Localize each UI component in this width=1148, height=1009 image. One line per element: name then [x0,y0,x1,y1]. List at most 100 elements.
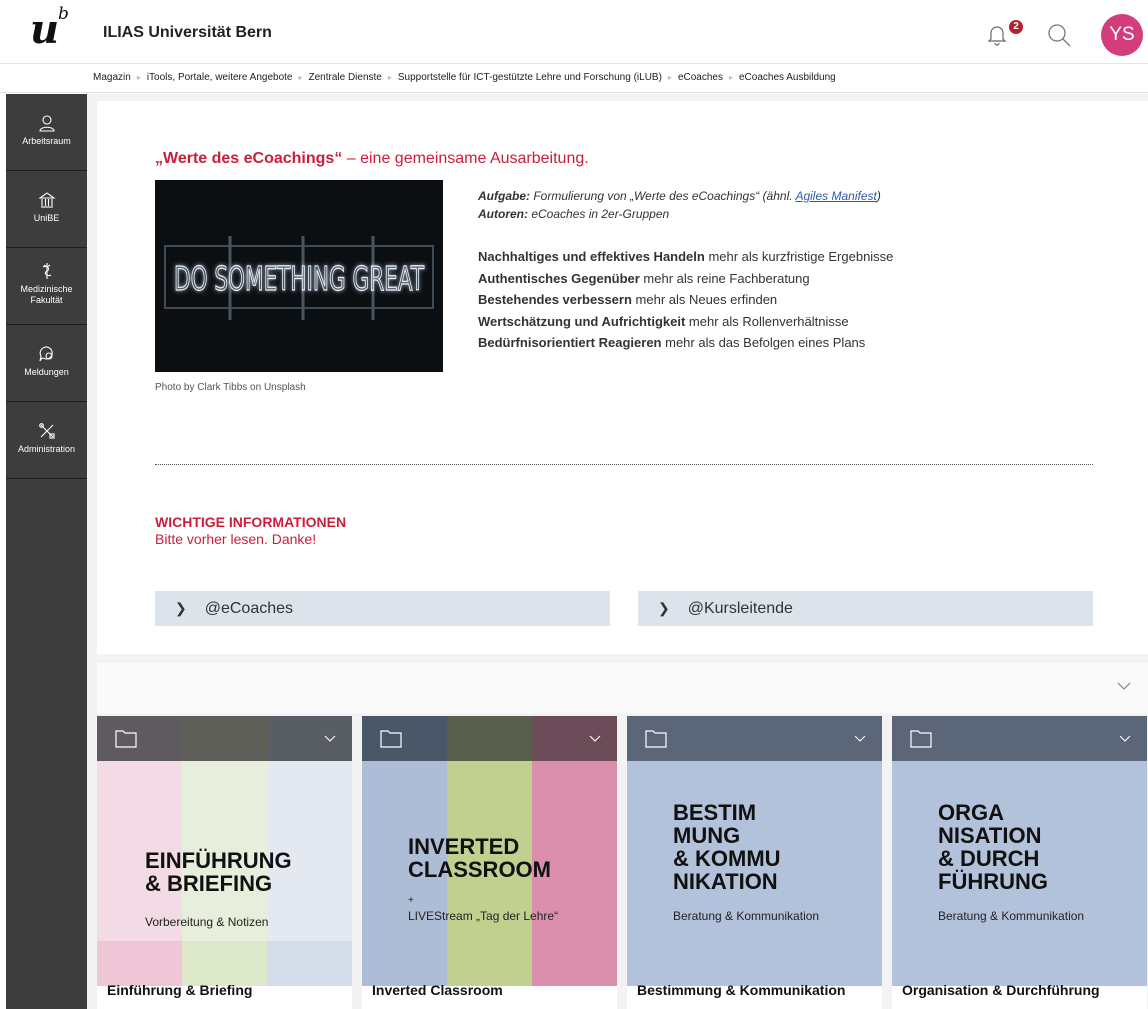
tile-header [97,716,352,761]
chevron-down-icon[interactable] [854,732,866,744]
tile-heading-line: ORGA [938,800,1004,825]
breadcrumb-item[interactable]: Zentrale Dienste [309,72,382,83]
sidebar-item-label: Arbeitsraum [22,136,71,146]
folder-icon [380,730,402,748]
task-close: ) [876,189,881,203]
neon-sign-text: DO SOMETHING GREAT [174,259,425,298]
accordion-kursleitende[interactable]: ❯ @Kursleitende [638,591,1093,626]
value-item: Wertschätzung und Aufrichtigkeit mehr al… [478,311,893,333]
sidebar-item-label: Administration [17,444,76,454]
breadcrumb-divider [0,92,1148,93]
site-title[interactable]: ILIAS Universität Bern [103,24,272,42]
unibe-logo[interactable]: u b [30,4,69,53]
tile-heading-line: FÜHRUNG [938,869,1048,894]
folder-icon [910,730,932,748]
tile-subtitle: Vorbereitung & Notizen [145,915,269,929]
breadcrumb-item[interactable]: Supportstelle für ICT-gestützte Lehre un… [398,72,662,83]
dotted-divider [155,464,1093,465]
sidebar-item-meldungen[interactable]: Meldungen [6,325,87,402]
accordion-ecoaches[interactable]: ❯ @eCoaches [155,591,610,626]
breadcrumb-item[interactable]: eCoaches [678,72,723,83]
accordion-label: @eCoaches [204,600,294,617]
tile-title[interactable]: Bestimmung & Kommunikation [637,982,845,998]
caduceus-icon [42,263,51,279]
value-rest: mehr als Rollenverhältnisse [685,313,849,329]
tile-heading-line: BESTIM [673,800,757,825]
sidebar-item-label: Meldungen [24,367,69,377]
tile-title[interactable]: Inverted Classroom [372,982,503,998]
logo-letter: u [30,6,60,53]
tile-image: BESTIM MUNG & KOMMU NIKATION Beratung & … [627,761,882,986]
info-title: WICHTIGE INFORMATIONEN [155,514,347,530]
folder-icon [645,730,667,748]
sidebar-item-unibe[interactable]: UniBE [6,171,87,248]
tile-heading: INVERTED CLASSROOM [408,835,551,881]
authors-label: Autoren: [478,207,528,221]
chat-icon [38,346,53,362]
tile-heading-line: NISATION [938,823,1042,848]
chevron-down-icon[interactable] [1119,732,1131,744]
chevron-down-icon[interactable] [589,732,601,744]
sidebar-item-medizinische-fakultaet[interactable]: Medizinische Fakultät [6,248,87,325]
bell-icon[interactable] [985,22,1009,46]
tile-bestimmung-kommunikation[interactable]: BESTIM MUNG & KOMMU NIKATION Beratung & … [627,716,882,1009]
chevron-down-icon[interactable] [324,732,336,744]
tile-header [892,716,1147,761]
tile-organisation-durchfuehrung[interactable]: ORGA NISATION & DURCH FÜHRUNG Beratung &… [892,716,1147,1009]
folder-icon [115,730,137,748]
value-rest: mehr als kurzfristige Ergebnisse [704,249,894,264]
task-text: Formulierung von „Werte des eCoachings“ … [530,189,796,203]
tile-heading-line: & DURCH [938,846,1040,871]
intro-title-bold: „Werte des eCoachings“ [155,150,343,167]
tile-heading-line: INVERTED [408,834,520,859]
breadcrumb-item[interactable]: eCoaches Ausbildung [739,72,836,83]
agiles-manifest-link[interactable]: Agiles Manifest [795,189,876,203]
breadcrumb-separator: ▸ [387,73,392,82]
chevron-right-icon: ❯ [175,600,187,616]
value-item: Nachhaltiges und effektives Handeln mehr… [478,246,893,268]
value-item: Authentisches Gegenüber mehr als reine F… [478,268,893,290]
task-label: Aufgabe: [478,189,530,203]
authors-line: Autoren: eCoaches in 2er-Gruppen [478,205,881,223]
value-bold: Bedürfnisorientiert Reagieren [478,335,662,350]
building-icon [37,192,56,208]
search-icon[interactable] [1046,22,1072,48]
tile-inverted-classroom[interactable]: INVERTED CLASSROOM + LIVEStream „Tag der… [362,716,617,1009]
intro-title: „Werte des eCoachings“ – eine gemeinsame… [155,150,589,168]
value-bold: Bestehendes verbessern [478,292,632,307]
sidebar-item-arbeitsraum[interactable]: Arbeitsraum [6,94,87,171]
breadcrumb-separator: ▸ [298,73,303,82]
task-line: Aufgabe: Formulierung von „Werte des eCo… [478,187,881,205]
task-description: Aufgabe: Formulierung von „Werte des eCo… [478,187,881,223]
tile-subtitle: Beratung & Kommunikation [673,909,820,923]
notification-badge: 2 [1009,20,1023,34]
photo-caption: Photo by Clark Tibbs on Unsplash [155,382,306,393]
tiles-section-header [97,663,1148,713]
tile-image: INVERTED CLASSROOM + LIVEStream „Tag der… [362,761,617,986]
sidebar-item-label: Medizinische Fakultät [20,284,73,305]
breadcrumb-separator: ▸ [667,73,672,82]
info-subtitle: Bitte vorher lesen. Danke! [155,531,317,547]
tile-title[interactable]: Einführung & Briefing [107,982,252,998]
breadcrumb-separator: ▸ [728,73,733,82]
avatar[interactable]: YS [1101,14,1143,56]
sidebar-item-label: UniBE [33,213,60,223]
value-item: Bestehendes verbessern mehr als Neues er… [478,289,893,311]
tile-plus: + [408,895,414,906]
main-sidebar: Arbeitsraum UniBE Medizinische Fakultät … [6,94,87,1009]
tile-title[interactable]: Organisation & Durchführung [902,982,1100,998]
chevron-down-icon[interactable] [1116,678,1132,694]
authors-text: eCoaches in 2er-Gruppen [528,207,670,221]
tile-header [627,716,882,761]
tile-heading-line: EINFÜHRUNG [145,848,292,873]
breadcrumb-item[interactable]: iTools, Portale, weitere Angebote [147,72,293,83]
breadcrumb-item[interactable]: Magazin [93,72,131,83]
tile-subtitle: Beratung & Kommunikation [938,909,1085,923]
tools-icon [38,423,55,439]
value-bold: Nachhaltiges und effektives Handeln [478,249,705,264]
sidebar-item-administration[interactable]: Administration [6,402,87,479]
value-bold: Wertschätzung und Aufrichtigkeit [478,313,686,329]
value-rest: mehr als das Befolgen eines Plans [661,335,866,350]
tile-einfuehrung-briefing[interactable]: EINFÜHRUNG & BRIEFING Vorbereitung & Not… [97,716,352,1009]
intro-title-rest: – eine gemeinsame Ausarbeitung. [342,150,589,167]
